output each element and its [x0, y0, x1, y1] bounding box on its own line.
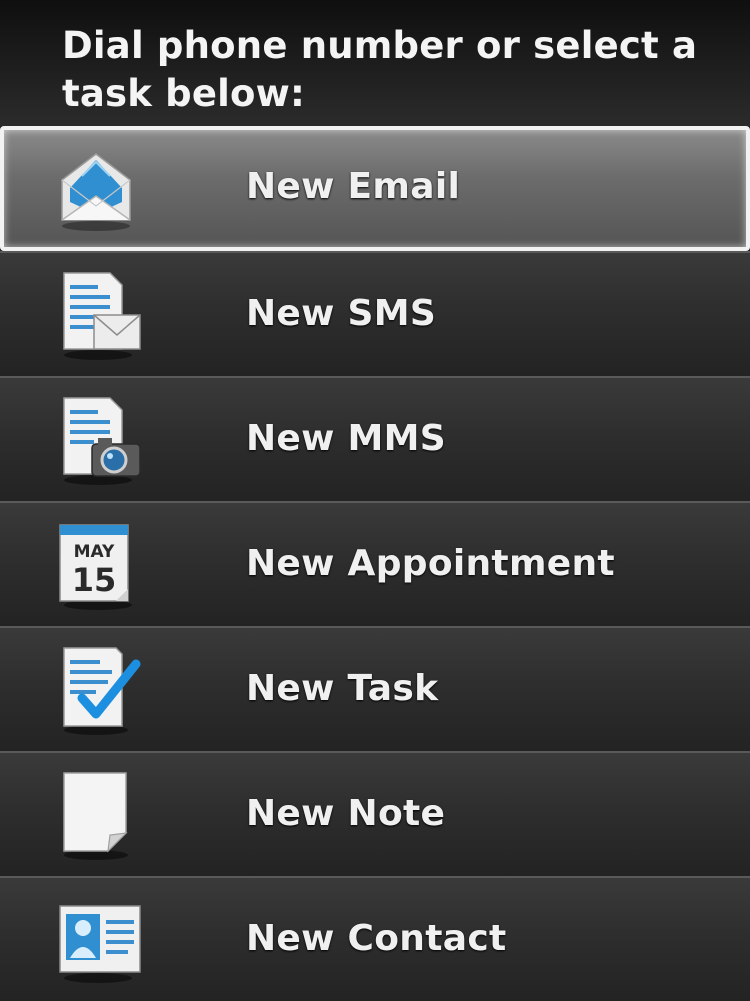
note-icon: [52, 767, 148, 863]
email-icon: [52, 140, 148, 236]
list-item-new-appointment[interactable]: MAY 15 New Appointment: [0, 501, 750, 626]
header-instruction-text: Dial phone number or select a task below…: [62, 24, 698, 115]
list-item-new-email[interactable]: New Email: [0, 126, 750, 251]
svg-text:MAY: MAY: [74, 542, 115, 562]
list-item-new-contact[interactable]: New Contact: [0, 876, 750, 1001]
calendar-icon: MAY 15: [52, 517, 148, 613]
mms-icon: [52, 392, 148, 488]
list-item-label: New Contact: [246, 918, 507, 959]
list-item-new-note[interactable]: New Note: [0, 751, 750, 876]
list-item-new-mms[interactable]: New MMS: [0, 376, 750, 501]
svg-text:15: 15: [72, 561, 117, 599]
list-item-label: New Email: [246, 166, 461, 207]
list-item-label: New Note: [246, 793, 446, 834]
list-item-label: New SMS: [246, 293, 437, 334]
task-picker-screen: Dial phone number or select a task below…: [0, 0, 750, 1001]
list-item-label: New MMS: [246, 418, 447, 459]
list-item-label: New Task: [246, 668, 439, 709]
task-list: New Email New SMS New MMS MAY 15 New App…: [0, 126, 750, 1001]
list-item-label: New Appointment: [246, 543, 615, 584]
header-bar: Dial phone number or select a task below…: [0, 0, 750, 126]
sms-icon: [52, 267, 148, 363]
task-checkmark-icon: [52, 642, 148, 738]
contact-card-icon: [52, 892, 148, 988]
list-item-new-task[interactable]: New Task: [0, 626, 750, 751]
list-item-new-sms[interactable]: New SMS: [0, 251, 750, 376]
